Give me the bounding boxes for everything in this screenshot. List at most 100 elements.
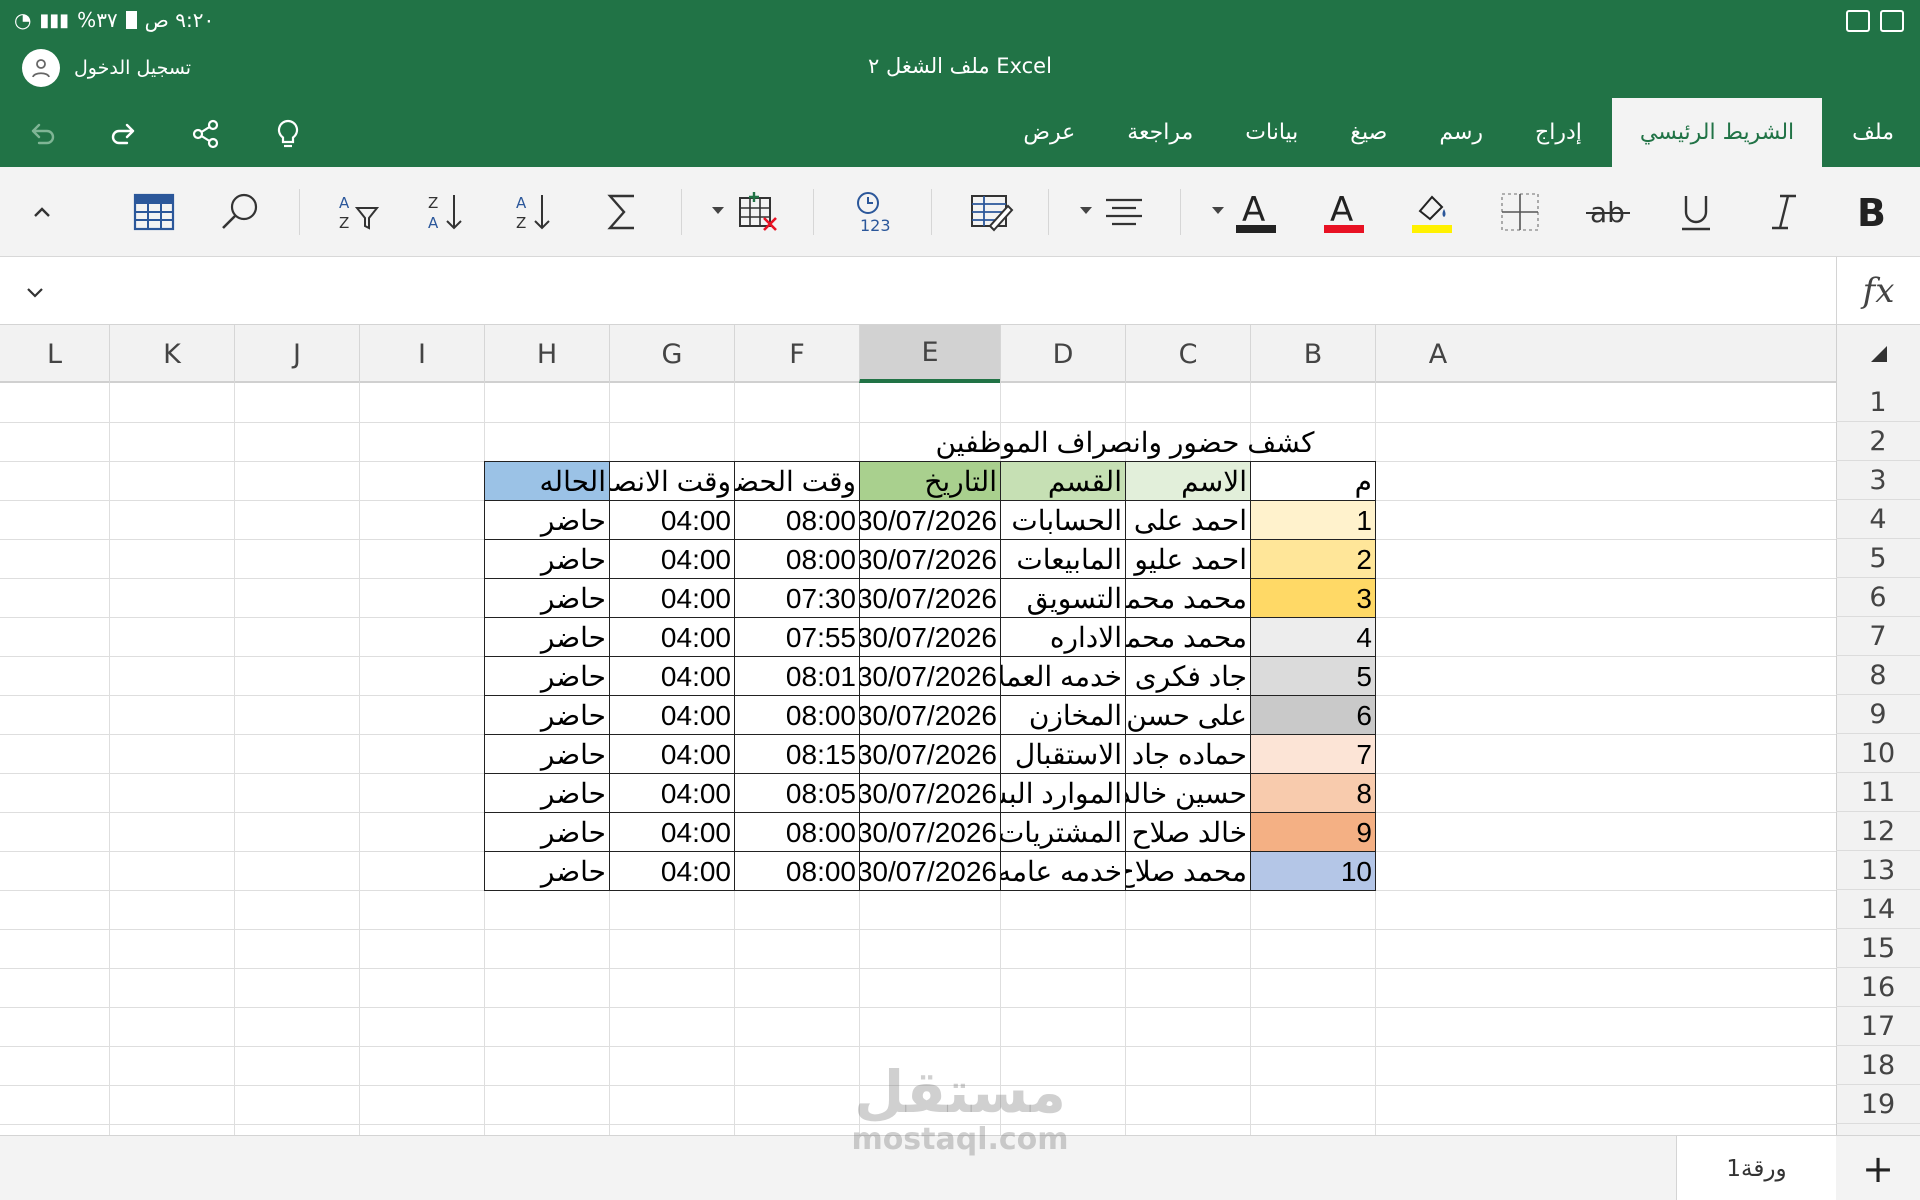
record-status-cell[interactable]: حاضر xyxy=(485,579,609,618)
record-num-cell[interactable]: 7 xyxy=(1251,735,1375,774)
italic-icon[interactable] xyxy=(1756,187,1812,237)
record-num-cell[interactable]: 8 xyxy=(1251,774,1375,813)
record-checkin-cell[interactable]: 08:00 xyxy=(735,852,859,891)
record-date-cell[interactable]: 30/07/2026 xyxy=(860,501,1000,540)
header-checkout-cell[interactable]: وقت الانصراف xyxy=(610,462,734,501)
record-status-cell[interactable]: حاضر xyxy=(485,852,609,891)
record-num-cell[interactable]: 1 xyxy=(1251,501,1375,540)
row-header[interactable]: 18 xyxy=(1836,1046,1920,1085)
column-header-C[interactable]: C xyxy=(1125,325,1250,383)
record-date-cell[interactable]: 30/07/2026 xyxy=(860,579,1000,618)
record-dept-cell[interactable]: الحسابات xyxy=(1001,501,1125,540)
align-center-icon[interactable] xyxy=(1096,187,1152,237)
column-header-K[interactable]: K xyxy=(109,325,234,383)
record-checkout-cell[interactable]: 04:00 xyxy=(610,696,734,735)
row-header[interactable]: 12 xyxy=(1836,812,1920,851)
tab-data[interactable]: بيانات xyxy=(1219,98,1324,167)
borders-icon[interactable] xyxy=(1492,187,1548,237)
record-status-cell[interactable]: حاضر xyxy=(485,540,609,579)
strikethrough-icon[interactable]: ab xyxy=(1580,187,1636,237)
column-header-I[interactable]: I xyxy=(359,325,484,383)
column-header-F[interactable]: F xyxy=(734,325,859,383)
row-header[interactable]: 16 xyxy=(1836,968,1920,1007)
record-name-cell[interactable]: حسين خالد xyxy=(1126,774,1250,813)
tab-draw[interactable]: رسم xyxy=(1413,98,1509,167)
sort-filter-icon[interactable]: AZ xyxy=(330,187,386,237)
record-dept-cell[interactable]: خدمه العملاء xyxy=(1001,657,1125,696)
record-num-cell[interactable]: 10 xyxy=(1251,852,1375,891)
header-name-cell[interactable]: الاسم xyxy=(1126,462,1250,501)
record-checkout-cell[interactable]: 04:00 xyxy=(610,501,734,540)
tab-insert[interactable]: إدراج xyxy=(1509,98,1608,167)
font-color-icon[interactable]: A xyxy=(1316,187,1372,237)
column-header-E[interactable]: E xyxy=(859,325,1000,383)
record-name-cell[interactable]: حماده جاد xyxy=(1126,735,1250,774)
record-date-cell[interactable]: 30/07/2026 xyxy=(860,618,1000,657)
row-header[interactable]: 2 xyxy=(1836,422,1920,461)
record-dept-cell[interactable]: الاستقبال xyxy=(1001,735,1125,774)
record-dept-cell[interactable]: الموارد البشر xyxy=(1001,774,1125,813)
delete-cells-icon[interactable] xyxy=(728,187,784,237)
record-status-cell[interactable]: حاضر xyxy=(485,696,609,735)
record-dept-cell[interactable]: التسويق xyxy=(1001,579,1125,618)
record-num-cell[interactable]: 9 xyxy=(1251,813,1375,852)
record-checkin-cell[interactable]: 08:00 xyxy=(735,696,859,735)
undo-icon[interactable] xyxy=(20,112,64,156)
column-header-B[interactable]: B xyxy=(1250,325,1375,383)
row-header[interactable]: 8 xyxy=(1836,656,1920,695)
record-checkout-cell[interactable]: 04:00 xyxy=(610,579,734,618)
record-checkout-cell[interactable]: 04:00 xyxy=(610,735,734,774)
fx-button[interactable]: fx xyxy=(1836,257,1920,325)
record-num-cell[interactable]: 4 xyxy=(1251,618,1375,657)
record-name-cell[interactable]: محمد محمد xyxy=(1126,579,1250,618)
row-header[interactable]: 17 xyxy=(1836,1007,1920,1046)
record-checkout-cell[interactable]: 04:00 xyxy=(610,540,734,579)
record-name-cell[interactable]: احمد عليو xyxy=(1126,540,1250,579)
row-header[interactable]: 13 xyxy=(1836,851,1920,890)
record-status-cell[interactable]: حاضر xyxy=(485,735,609,774)
column-header-G[interactable]: G xyxy=(609,325,734,383)
record-name-cell[interactable]: محمد محمود xyxy=(1126,618,1250,657)
sort-descending-icon[interactable]: ZA xyxy=(418,187,474,237)
row-header[interactable]: 10 xyxy=(1836,734,1920,773)
record-name-cell[interactable]: محمد صلاح xyxy=(1126,852,1250,891)
number-format-icon[interactable]: 123 xyxy=(846,187,902,237)
record-checkout-cell[interactable]: 04:00 xyxy=(610,618,734,657)
signin-button[interactable]: تسجيل الدخول xyxy=(22,49,191,87)
record-checkin-cell[interactable]: 07:30 xyxy=(735,579,859,618)
select-all-corner[interactable] xyxy=(1836,325,1920,383)
column-header-D[interactable]: D xyxy=(1000,325,1125,383)
sheet-title-cell[interactable]: كشف حضور وانصراف الموظفين xyxy=(750,423,1500,462)
record-checkout-cell[interactable]: 04:00 xyxy=(610,852,734,891)
record-date-cell[interactable]: 30/07/2026 xyxy=(860,540,1000,579)
redo-icon[interactable] xyxy=(102,112,146,156)
header-checkin-cell[interactable]: وقت الحضور xyxy=(735,462,859,501)
record-checkout-cell[interactable]: 04:00 xyxy=(610,774,734,813)
record-date-cell[interactable]: 30/07/2026 xyxy=(860,696,1000,735)
column-header-H[interactable]: H xyxy=(484,325,609,383)
row-header[interactable]: 6 xyxy=(1836,578,1920,617)
record-num-cell[interactable]: 5 xyxy=(1251,657,1375,696)
row-header[interactable]: 7 xyxy=(1836,617,1920,656)
tab-formulas[interactable]: صيغ xyxy=(1324,98,1413,167)
record-dept-cell[interactable]: المابيعات xyxy=(1001,540,1125,579)
record-status-cell[interactable]: حاضر xyxy=(485,501,609,540)
row-header[interactable]: 1 xyxy=(1836,383,1920,422)
spreadsheet-grid[interactable]: L K J I H G F E D C B A 1 2 3 4 5 6 7 8 9 10 11 12 1… xyxy=(0,325,1920,1135)
record-num-cell[interactable]: 6 xyxy=(1251,696,1375,735)
record-num-cell[interactable]: 3 xyxy=(1251,579,1375,618)
tab-file[interactable]: ملف xyxy=(1826,98,1920,167)
record-checkin-cell[interactable]: 08:05 xyxy=(735,774,859,813)
record-checkin-cell[interactable]: 08:01 xyxy=(735,657,859,696)
record-checkout-cell[interactable]: 04:00 xyxy=(610,657,734,696)
row-header[interactable]: 19 xyxy=(1836,1085,1920,1124)
tab-home[interactable]: الشريط الرئيسي xyxy=(1611,98,1823,167)
header-num-cell[interactable]: م xyxy=(1251,462,1375,501)
lightbulb-icon[interactable] xyxy=(266,112,310,156)
underline-icon[interactable] xyxy=(1668,187,1724,237)
row-header[interactable]: 5 xyxy=(1836,539,1920,578)
record-dept-cell[interactable]: المخازن xyxy=(1001,696,1125,735)
record-name-cell[interactable]: جاد فكرى xyxy=(1126,657,1250,696)
highlight-fill-icon[interactable] xyxy=(1404,187,1460,237)
header-dept-cell[interactable]: القسم xyxy=(1001,462,1125,501)
